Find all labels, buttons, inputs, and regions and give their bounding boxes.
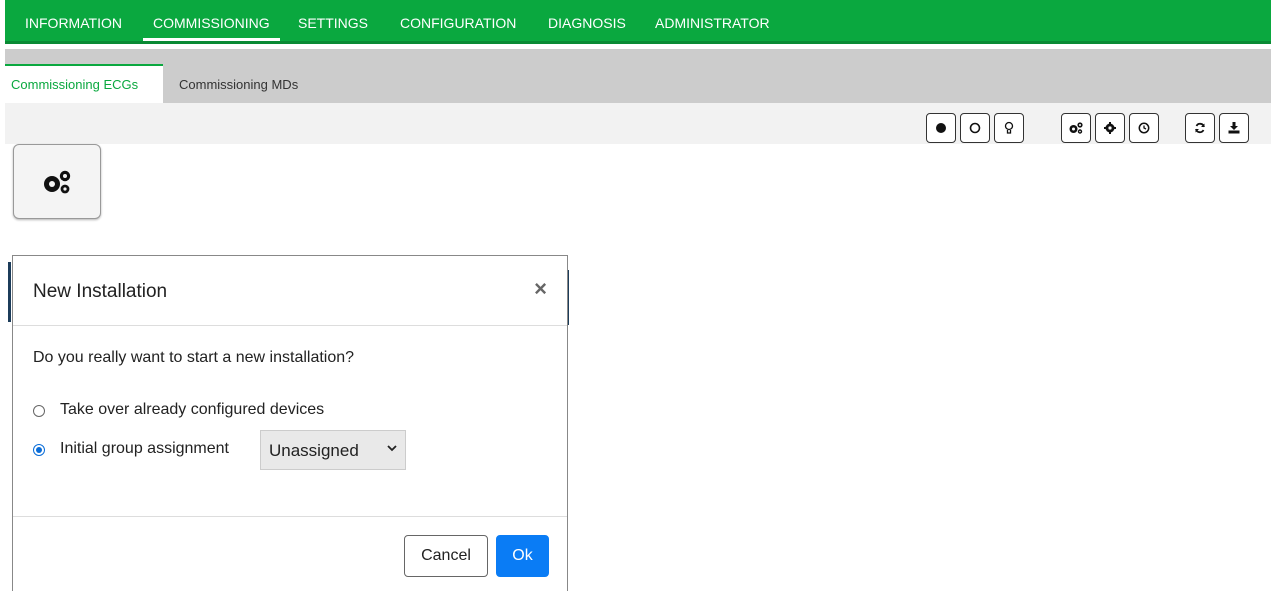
initial-group-radio[interactable]: [33, 444, 45, 456]
lightbulb-icon: [1004, 121, 1014, 134]
gears-button[interactable]: [1061, 113, 1091, 143]
nav-item-diagnosis[interactable]: DIAGNOSIS: [548, 0, 626, 41]
settings-button[interactable]: [1095, 113, 1125, 143]
tab-commissioning-ecgs[interactable]: Commissioning ECGs: [5, 64, 163, 103]
all-on-button[interactable]: [926, 113, 956, 143]
group-select[interactable]: Unassigned: [260, 430, 406, 470]
ok-button[interactable]: Ok: [496, 535, 549, 577]
nav-item-settings[interactable]: SETTINGS: [298, 0, 368, 41]
dialog-header: New Installation ×: [13, 256, 567, 326]
tab-commissioning-mds[interactable]: Commissioning MDs: [173, 64, 304, 103]
gears-icon: [44, 170, 71, 193]
refresh-button[interactable]: [1185, 113, 1215, 143]
new-installation-button[interactable]: [13, 144, 101, 219]
take-over-label: Take over already configured devices: [60, 401, 325, 418]
dialog-footer: Cancel Ok: [13, 516, 567, 593]
dialog-body: Do you really want to start a new instal…: [13, 326, 567, 516]
nav-item-configuration[interactable]: CONFIGURATION: [400, 0, 516, 41]
toolbar: [5, 103, 1271, 144]
clock-icon: [1138, 122, 1150, 134]
gears-icon: [1069, 122, 1083, 134]
download-button[interactable]: [1219, 113, 1249, 143]
empty-circle-icon: [969, 122, 981, 134]
identify-button[interactable]: [994, 113, 1024, 143]
download-icon: [1228, 122, 1240, 134]
all-off-button[interactable]: [960, 113, 990, 143]
refresh-icon: [1195, 122, 1205, 134]
initial-group-label: Initial group assignment: [60, 440, 229, 457]
group-select-value: Unassigned: [269, 441, 359, 460]
sub-tabs: Commissioning ECGs Commissioning MDs: [5, 49, 1271, 103]
nav-item-commissioning[interactable]: COMMISSIONING: [143, 0, 280, 41]
dialog-title: New Installation: [33, 281, 168, 302]
cancel-button[interactable]: Cancel: [404, 535, 488, 577]
close-icon[interactable]: ×: [534, 276, 547, 302]
nav-item-administrator[interactable]: ADMINISTRATOR: [655, 0, 770, 41]
nav-item-information[interactable]: INFORMATION: [25, 0, 122, 41]
top-nav: INFORMATION COMMISSIONING SETTINGS CONFI…: [5, 0, 1271, 44]
clock-button[interactable]: [1129, 113, 1159, 143]
background-edge: [8, 262, 11, 322]
chevron-down-icon: [387, 445, 397, 452]
new-installation-dialog: New Installation × Do you really want to…: [12, 255, 568, 591]
take-over-radio[interactable]: [33, 405, 45, 417]
filled-circle-icon: [936, 123, 946, 133]
dialog-question: Do you really want to start a new instal…: [33, 349, 355, 366]
gear-icon: [1104, 122, 1116, 134]
